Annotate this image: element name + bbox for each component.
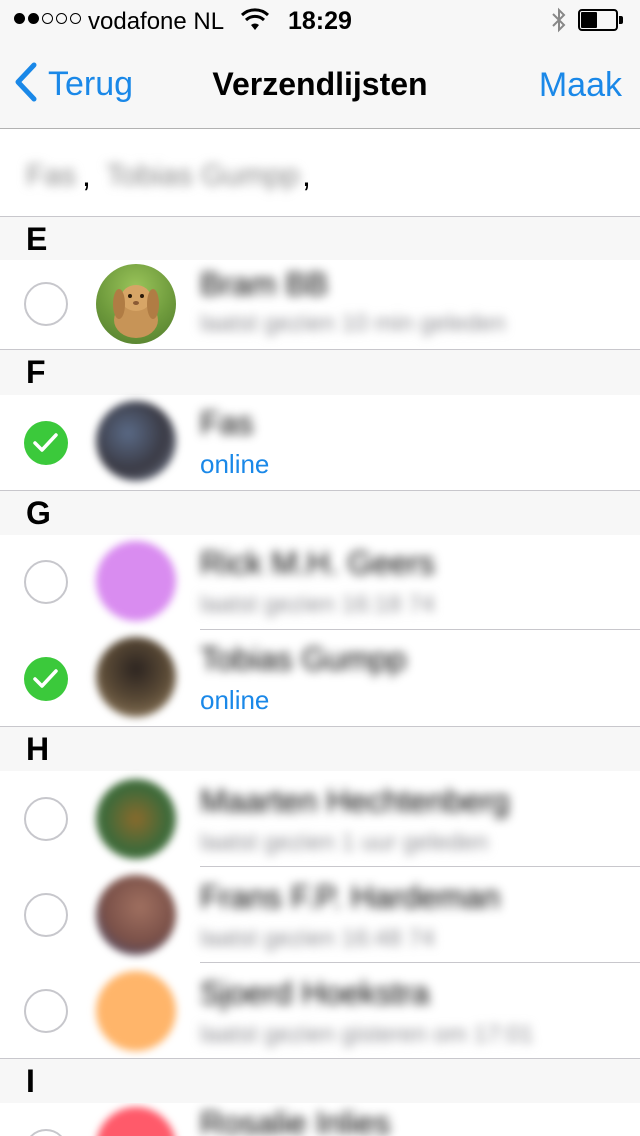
avatar bbox=[96, 541, 176, 621]
avatar bbox=[96, 971, 176, 1051]
avatar bbox=[96, 875, 176, 955]
contact-name: Sjoerd Hoekstra bbox=[200, 975, 430, 1011]
avatar bbox=[96, 401, 176, 481]
avatar bbox=[96, 1107, 176, 1136]
contact-row[interactable]: Rick M.H. Geers laatst gezien 16:18 74 bbox=[0, 535, 640, 630]
contact-name: Fas bbox=[200, 405, 254, 441]
section-header-f: F bbox=[0, 349, 640, 395]
recipient-separator: , bbox=[82, 157, 91, 193]
carrier-name: vodafone NL bbox=[88, 8, 225, 35]
contact-name: Frans F.P. Hardeman bbox=[200, 879, 500, 915]
section-letter: G bbox=[26, 495, 51, 531]
contact-row[interactable]: Maarten Hechtenberg laatst gezien 1 uur … bbox=[0, 771, 640, 867]
select-checkbox[interactable] bbox=[24, 560, 68, 604]
signal-strength-icon bbox=[14, 13, 81, 24]
recipient-chip[interactable]: Tobias Gumpp bbox=[106, 159, 299, 193]
rabbit-icon bbox=[113, 285, 159, 338]
avatar bbox=[96, 779, 176, 859]
contact-row[interactable]: Rosalie Inlies bbox=[0, 1103, 640, 1136]
select-checkbox[interactable] bbox=[24, 282, 68, 326]
recipient-chip[interactable]: Fas bbox=[26, 159, 76, 193]
select-checkbox[interactable] bbox=[24, 797, 68, 841]
section-letter: E bbox=[26, 221, 48, 257]
contact-name: Bram BB bbox=[200, 266, 329, 302]
contact-name: Tobias Gumpp bbox=[200, 641, 407, 677]
contact-status: laatst gezien gisteren om 17:01 bbox=[200, 1021, 534, 1048]
contact-status-online: online bbox=[200, 685, 270, 715]
contact-row[interactable]: Bram BB laatst gezien 10 min geleden bbox=[0, 260, 640, 349]
contact-row[interactable]: Frans F.P. Hardeman laatst gezien 16:48 … bbox=[0, 867, 640, 963]
navigation-bar: Terug Verzendlijsten Maak bbox=[0, 40, 640, 129]
section-header-h: H bbox=[0, 726, 640, 771]
contact-row[interactable]: Fas online bbox=[0, 395, 640, 490]
avatar bbox=[96, 264, 176, 344]
contact-status: laatst gezien 16:48 74 bbox=[200, 925, 435, 952]
checkmark-icon bbox=[33, 669, 58, 688]
battery-icon bbox=[578, 9, 624, 31]
section-letter: H bbox=[26, 731, 50, 767]
avatar bbox=[96, 637, 176, 717]
section-header-i: I bbox=[0, 1058, 640, 1103]
contact-name: Rick M.H. Geers bbox=[200, 545, 435, 581]
select-checkbox[interactable] bbox=[24, 893, 68, 937]
contact-status-online: online bbox=[200, 449, 270, 479]
section-header-e: E bbox=[0, 216, 640, 261]
contact-status: laatst gezien 16:18 74 bbox=[200, 591, 435, 618]
contact-row[interactable]: Tobias Gumpp online bbox=[0, 631, 640, 726]
select-checkbox-checked[interactable] bbox=[24, 421, 68, 465]
bluetooth-icon bbox=[550, 6, 568, 39]
contact-name: Maarten Hechtenberg bbox=[200, 783, 510, 819]
wifi-icon bbox=[240, 8, 270, 37]
section-header-g: G bbox=[0, 490, 640, 535]
contact-status: laatst gezien 10 min geleden bbox=[200, 310, 506, 337]
section-letter: F bbox=[26, 354, 46, 390]
contact-row[interactable]: Sjoerd Hoekstra laatst gezien gisteren o… bbox=[0, 963, 640, 1058]
recipients-field[interactable]: Fas , Tobias Gumpp , bbox=[0, 129, 640, 217]
create-button[interactable]: Maak bbox=[539, 66, 622, 105]
contact-status: laatst gezien 1 uur geleden bbox=[200, 829, 489, 856]
checkmark-icon bbox=[33, 433, 58, 452]
row-divider bbox=[200, 629, 640, 630]
recipient-separator: , bbox=[302, 157, 311, 193]
contact-name: Rosalie Inlies bbox=[200, 1105, 391, 1136]
select-checkbox[interactable] bbox=[24, 989, 68, 1033]
select-checkbox-checked[interactable] bbox=[24, 657, 68, 701]
clock: 18:29 bbox=[288, 7, 352, 35]
section-letter: I bbox=[26, 1063, 35, 1099]
select-checkbox[interactable] bbox=[24, 1129, 68, 1136]
status-bar: vodafone NL 18:29 bbox=[0, 0, 640, 40]
